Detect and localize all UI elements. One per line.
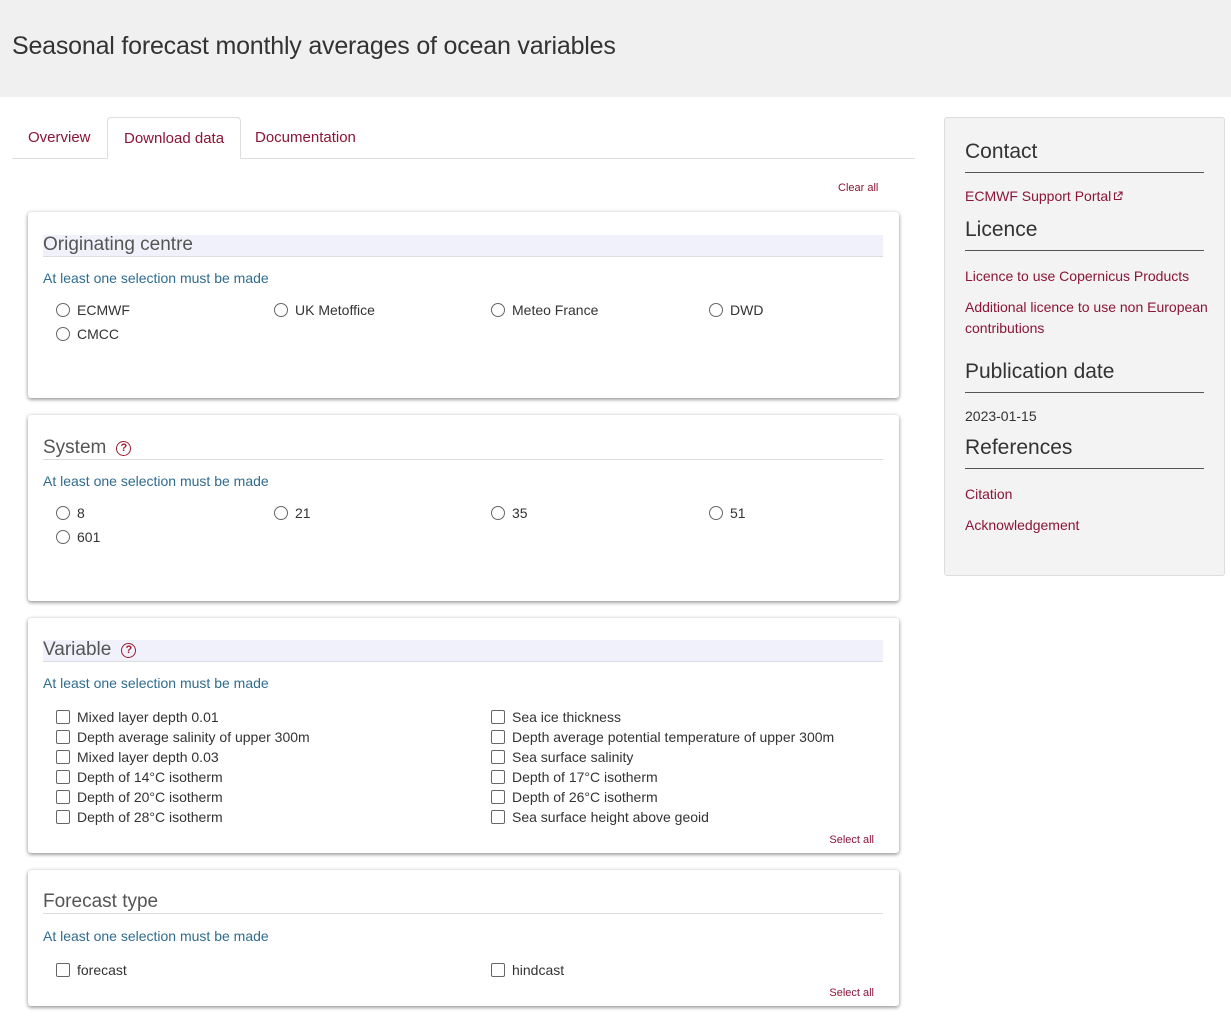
- checkbox-option[interactable]: Depth average potential temperature of u…: [491, 728, 834, 746]
- licence-non-european-link[interactable]: Additional licence to use non European c…: [965, 297, 1210, 339]
- checkbox[interactable]: [491, 810, 505, 824]
- originating-centre-title: Originating centre: [43, 235, 883, 257]
- originating-centre-hint: At least one selection must be made: [43, 270, 269, 286]
- radio-button[interactable]: [274, 506, 288, 520]
- checkbox-option[interactable]: Depth of 20°C isotherm: [56, 788, 223, 806]
- radio-button[interactable]: [56, 327, 70, 341]
- variable-hint: At least one selection must be made: [43, 675, 269, 691]
- references-heading: References: [965, 436, 1204, 469]
- publication-date-value: 2023-01-15: [965, 408, 1037, 424]
- checkbox[interactable]: [56, 710, 70, 724]
- radio-button[interactable]: [491, 506, 505, 520]
- checkbox[interactable]: [56, 750, 70, 764]
- checkbox-option[interactable]: Depth of 28°C isotherm: [56, 808, 223, 826]
- checkbox-option[interactable]: Sea surface salinity: [491, 748, 633, 766]
- checkbox-option[interactable]: Depth of 26°C isotherm: [491, 788, 658, 806]
- checkbox[interactable]: [56, 963, 70, 977]
- radio-option[interactable]: 51: [709, 504, 746, 522]
- checkbox-option[interactable]: Depth of 17°C isotherm: [491, 768, 658, 786]
- checkbox[interactable]: [491, 770, 505, 784]
- system-title: System?: [43, 438, 883, 460]
- radio-option[interactable]: UK Metoffice: [274, 301, 375, 319]
- radio-option[interactable]: ECMWF: [56, 301, 130, 319]
- radio-option[interactable]: Meteo France: [491, 301, 598, 319]
- help-icon[interactable]: ?: [116, 441, 132, 456]
- radio-button[interactable]: [56, 530, 70, 544]
- radio-option[interactable]: 8: [56, 504, 85, 522]
- checkbox[interactable]: [491, 730, 505, 744]
- clear-all-link[interactable]: Clear all: [838, 182, 878, 194]
- checkbox[interactable]: [56, 770, 70, 784]
- checkbox[interactable]: [56, 730, 70, 744]
- variable-select-all-link[interactable]: Select all: [829, 834, 874, 846]
- checkbox[interactable]: [491, 790, 505, 804]
- system-panel: System? At least one selection must be m…: [28, 415, 899, 601]
- checkbox[interactable]: [491, 750, 505, 764]
- radio-button[interactable]: [274, 303, 288, 317]
- tab-download-data[interactable]: Download data: [107, 117, 242, 159]
- variable-panel: Variable? At least one selection must be…: [28, 618, 899, 853]
- licence-copernicus-link[interactable]: Licence to use Copernicus Products: [965, 266, 1210, 287]
- tab-documentation[interactable]: Documentation: [239, 117, 372, 159]
- acknowledgement-link[interactable]: Acknowledgement: [965, 515, 1210, 536]
- page-header: Seasonal forecast monthly averages of oc…: [0, 0, 1231, 97]
- radio-button[interactable]: [56, 506, 70, 520]
- citation-link[interactable]: Citation: [965, 484, 1210, 505]
- ecmwf-support-portal-link[interactable]: ECMWF Support Portal: [965, 186, 1210, 207]
- radio-button[interactable]: [709, 506, 723, 520]
- checkbox[interactable]: [491, 963, 505, 977]
- forecast-type-select-all-link[interactable]: Select all: [829, 987, 874, 999]
- variable-title: Variable?: [43, 640, 883, 662]
- checkbox-option[interactable]: forecast: [56, 961, 127, 979]
- sidebar: Contact ECMWF Support Portal Licence Lic…: [944, 117, 1225, 576]
- originating-centre-panel: Originating centre At least one selectio…: [28, 212, 899, 398]
- checkbox[interactable]: [491, 710, 505, 724]
- tab-bar: Overview Download data Documentation: [12, 117, 915, 159]
- forecast-type-title: Forecast type: [43, 892, 883, 914]
- radio-button[interactable]: [709, 303, 723, 317]
- forecast-type-hint: At least one selection must be made: [43, 928, 269, 944]
- radio-option[interactable]: 21: [274, 504, 311, 522]
- tab-overview[interactable]: Overview: [12, 117, 107, 159]
- checkbox[interactable]: [56, 810, 70, 824]
- radio-option[interactable]: DWD: [709, 301, 763, 319]
- contact-heading: Contact: [965, 140, 1204, 173]
- checkbox-option[interactable]: hindcast: [491, 961, 564, 979]
- radio-option[interactable]: 35: [491, 504, 528, 522]
- forecast-type-panel: Forecast type At least one selection mus…: [28, 870, 899, 1006]
- system-hint: At least one selection must be made: [43, 473, 269, 489]
- radio-button[interactable]: [56, 303, 70, 317]
- checkbox-option[interactable]: Depth of 14°C isotherm: [56, 768, 223, 786]
- licence-heading: Licence: [965, 218, 1204, 251]
- radio-option[interactable]: CMCC: [56, 325, 119, 343]
- help-icon[interactable]: ?: [121, 643, 137, 658]
- checkbox-option[interactable]: Mixed layer depth 0.01: [56, 708, 219, 726]
- external-link-icon: [1114, 191, 1123, 201]
- publication-date-heading: Publication date: [965, 360, 1204, 393]
- checkbox-option[interactable]: Sea ice thickness: [491, 708, 621, 726]
- radio-button[interactable]: [491, 303, 505, 317]
- checkbox-option[interactable]: Mixed layer depth 0.03: [56, 748, 219, 766]
- checkbox[interactable]: [56, 790, 70, 804]
- checkbox-option[interactable]: Sea surface height above geoid: [491, 808, 709, 826]
- page-title: Seasonal forecast monthly averages of oc…: [12, 32, 616, 60]
- radio-option[interactable]: 601: [56, 528, 100, 546]
- checkbox-option[interactable]: Depth average salinity of upper 300m: [56, 728, 310, 746]
